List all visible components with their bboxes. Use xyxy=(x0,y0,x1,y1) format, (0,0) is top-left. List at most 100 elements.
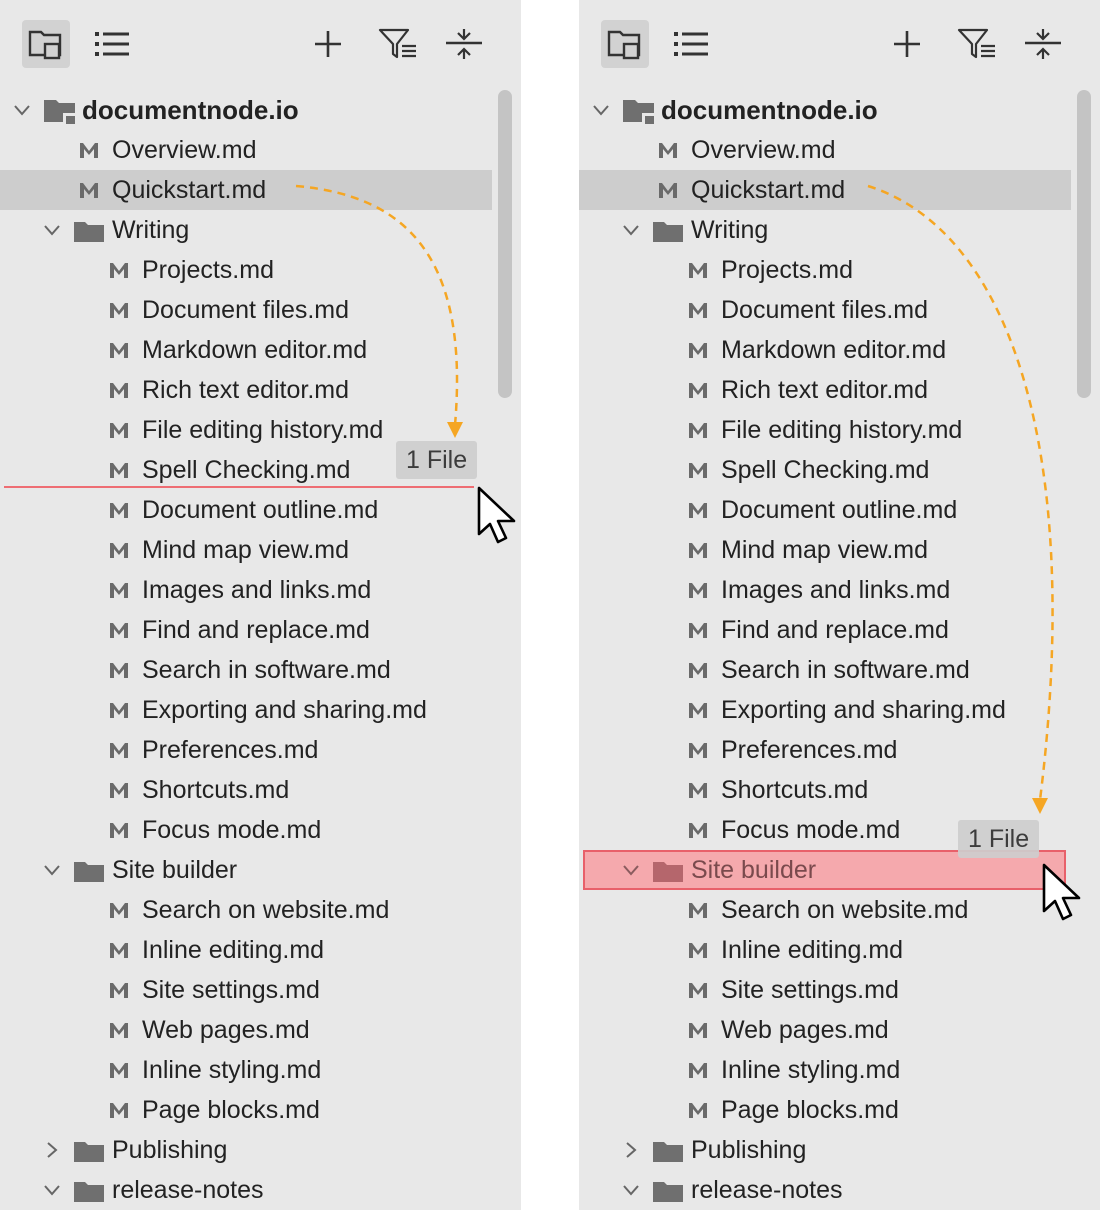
tree-item-file[interactable]: Document outline.md xyxy=(579,490,1071,530)
tree-item-label: Page blocks.md xyxy=(142,1096,320,1124)
tree-item-file[interactable]: Rich text editor.md xyxy=(579,370,1071,410)
tree-item-file[interactable]: Site settings.md xyxy=(579,970,1071,1010)
markdown-file-icon xyxy=(687,1100,709,1120)
add-button[interactable] xyxy=(883,20,931,68)
tree-item-label: Site builder xyxy=(112,856,238,884)
tree-item-file[interactable]: Mind map view.md xyxy=(579,530,1071,570)
tree-root-documentnode[interactable]: documentnode.io xyxy=(0,90,492,130)
list-view-button[interactable] xyxy=(88,20,136,68)
filter-button[interactable] xyxy=(374,20,422,68)
tree-item-file[interactable]: Page blocks.md xyxy=(0,1090,492,1130)
tree-item-label: release-notes xyxy=(691,1176,843,1204)
markdown-file-icon xyxy=(108,580,130,600)
tree-root-documentnode[interactable]: documentnode.io xyxy=(579,90,1071,130)
tree-item-file[interactable]: Find and replace.md xyxy=(579,610,1071,650)
tree-item-file[interactable]: Document outline.md xyxy=(0,490,492,530)
tree-item-label: Exporting and sharing.md xyxy=(142,696,427,724)
markdown-file-icon xyxy=(687,900,709,920)
scrollbar-thumb[interactable] xyxy=(498,90,512,398)
tree-folder-publishing[interactable]: Publishing xyxy=(579,1130,1071,1170)
chevron-down-icon[interactable] xyxy=(593,102,609,118)
filter-button[interactable] xyxy=(953,20,1001,68)
tree-item-label: documentnode.io xyxy=(82,95,299,125)
tree-item-file[interactable]: Images and links.md xyxy=(579,570,1071,610)
tree-item-file[interactable]: Rich text editor.md xyxy=(0,370,492,410)
collapse-all-button[interactable] xyxy=(1019,20,1067,68)
tree-item-label: Overview.md xyxy=(691,136,836,164)
tree-item-file[interactable]: Focus mode.md xyxy=(0,810,492,850)
tree-item-label: Publishing xyxy=(112,1136,228,1164)
folder-icon xyxy=(74,220,104,242)
tree-item-file[interactable]: Quickstart.md xyxy=(579,170,1071,210)
tree-item-file[interactable]: Shortcuts.md xyxy=(0,770,492,810)
markdown-file-icon xyxy=(687,820,709,840)
tree-item-file[interactable]: Search in software.md xyxy=(579,650,1071,690)
chevron-down-icon[interactable] xyxy=(44,1182,60,1198)
tree-item-file[interactable]: Inline styling.md xyxy=(579,1050,1071,1090)
chevron-down-icon[interactable] xyxy=(44,222,60,238)
tree-item-file[interactable]: Inline styling.md xyxy=(0,1050,492,1090)
tree-item-file[interactable]: Preferences.md xyxy=(0,730,492,770)
tree-folder-writing[interactable]: Writing xyxy=(579,210,1071,250)
folder-icon xyxy=(74,1180,104,1202)
tree-item-label: File editing history.md xyxy=(142,416,384,444)
collapse-all-button[interactable] xyxy=(440,20,488,68)
tree-item-file[interactable]: Projects.md xyxy=(0,250,492,290)
tree-folder-site-builder[interactable]: Site builder xyxy=(0,850,492,890)
tree-item-file[interactable]: Web pages.md xyxy=(0,1010,492,1050)
tree-item-file[interactable]: Quickstart.md xyxy=(0,170,492,210)
tree-item-file[interactable]: Mind map view.md xyxy=(0,530,492,570)
tree-item-file[interactable]: Search on website.md xyxy=(579,890,1071,930)
markdown-file-icon xyxy=(687,340,709,360)
chevron-right-icon[interactable] xyxy=(44,1142,60,1158)
folder-icon xyxy=(44,98,75,124)
tree-folder-publishing[interactable]: Publishing xyxy=(0,1130,492,1170)
tree-folder-writing[interactable]: Writing xyxy=(0,210,492,250)
tree-item-file[interactable]: Overview.md xyxy=(0,130,492,170)
tree-item-label: Find and replace.md xyxy=(721,616,949,644)
tree-item-file[interactable]: Spell Checking.md xyxy=(579,450,1071,490)
list-view-button[interactable] xyxy=(667,20,715,68)
tree-item-file[interactable]: Inline editing.md xyxy=(0,930,492,970)
tree-item-file[interactable]: Exporting and sharing.md xyxy=(579,690,1071,730)
tree-item-file[interactable]: Document files.md xyxy=(0,290,492,330)
tree-item-file[interactable]: Page blocks.md xyxy=(579,1090,1071,1130)
folder-icon xyxy=(623,98,654,124)
folder-tree-view-button[interactable] xyxy=(22,20,70,68)
chevron-down-icon[interactable] xyxy=(623,862,639,878)
tree-item-file[interactable]: Overview.md xyxy=(579,130,1071,170)
tree-item-file[interactable]: Search on website.md xyxy=(0,890,492,930)
tree-item-file[interactable]: Site settings.md xyxy=(0,970,492,1010)
tree-item-label: Web pages.md xyxy=(142,1016,310,1044)
tree-item-file[interactable]: File editing history.md xyxy=(579,410,1071,450)
tree-item-file[interactable]: Inline editing.md xyxy=(579,930,1071,970)
tree-folder-release-notes[interactable]: release-notes xyxy=(0,1170,492,1210)
tree-item-file[interactable]: Markdown editor.md xyxy=(579,330,1071,370)
chevron-down-icon[interactable] xyxy=(623,1182,639,1198)
tree-item-file[interactable]: Shortcuts.md xyxy=(579,770,1071,810)
chevron-down-icon[interactable] xyxy=(623,222,639,238)
folder-tree-view-button[interactable] xyxy=(601,20,649,68)
tree-item-file[interactable]: Search in software.md xyxy=(0,650,492,690)
markdown-file-icon xyxy=(687,780,709,800)
chevron-down-icon[interactable] xyxy=(14,102,30,118)
markdown-file-icon xyxy=(108,1060,130,1080)
collapse-all-icon xyxy=(444,26,484,62)
tree-item-file[interactable]: Markdown editor.md xyxy=(0,330,492,370)
tree-item-file[interactable]: Projects.md xyxy=(579,250,1071,290)
chevron-right-icon[interactable] xyxy=(623,1142,639,1158)
add-button[interactable] xyxy=(304,20,352,68)
tree-folder-release-notes[interactable]: release-notes xyxy=(579,1170,1071,1210)
tree-item-label: Focus mode.md xyxy=(721,816,901,844)
tree-item-file[interactable]: Images and links.md xyxy=(0,570,492,610)
markdown-file-icon xyxy=(78,140,100,160)
scrollbar-thumb[interactable] xyxy=(1077,90,1091,398)
tree-item-file[interactable]: Document files.md xyxy=(579,290,1071,330)
tree-item-file[interactable]: Web pages.md xyxy=(579,1010,1071,1050)
tree-item-file[interactable]: Preferences.md xyxy=(579,730,1071,770)
tree-item-label: Quickstart.md xyxy=(112,176,267,204)
tree-item-label: Exporting and sharing.md xyxy=(721,696,1006,724)
chevron-down-icon[interactable] xyxy=(44,862,60,878)
tree-item-file[interactable]: Exporting and sharing.md xyxy=(0,690,492,730)
tree-item-file[interactable]: Find and replace.md xyxy=(0,610,492,650)
